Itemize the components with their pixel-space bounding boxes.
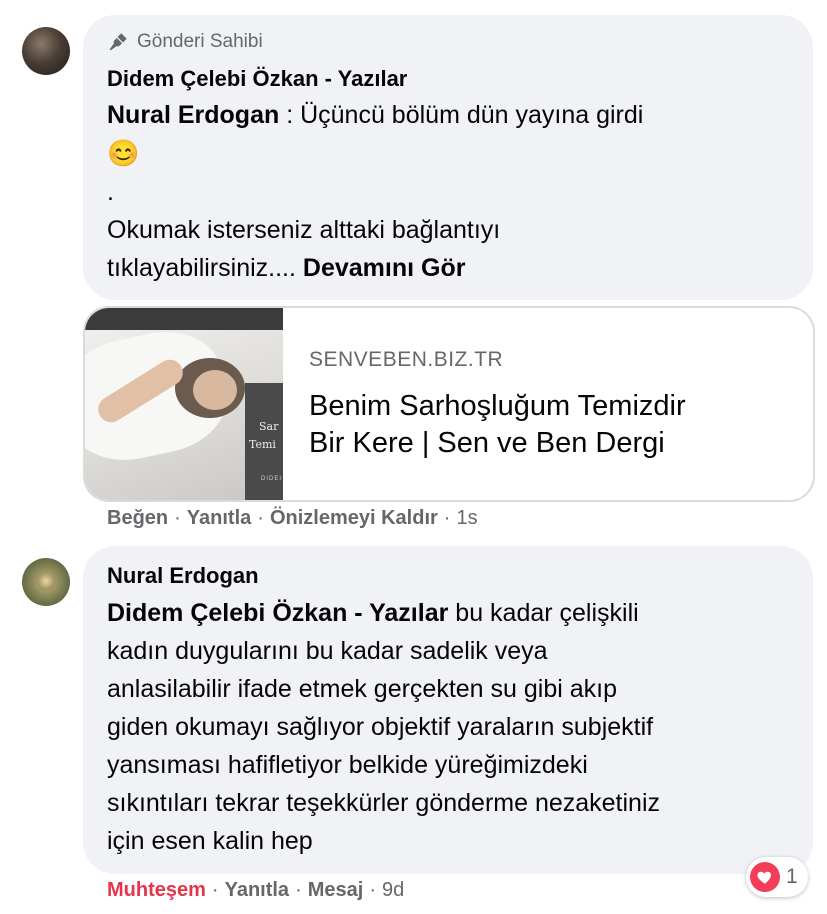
comment-timestamp[interactable]: 9d (382, 879, 404, 902)
mention-link[interactable]: Didem Çelebi Özkan - Yazılar (107, 599, 448, 627)
reaction-button[interactable]: Muhteşem (107, 879, 206, 902)
comment-text: bu kadar çelişkili (448, 599, 639, 627)
smile-emoji: 😊 (107, 138, 140, 168)
comment-text-line: tıklayabilirsiniz.... (107, 254, 296, 282)
separator: · (174, 507, 181, 529)
comment-text-line: yansıması hafifletiyor belkide yüreğimiz… (107, 751, 588, 779)
comment-text-line: sıkıntıları tekrar teşekkürler gönderme … (107, 789, 661, 817)
message-button[interactable]: Mesaj (308, 879, 364, 902)
thumbnail-text: Sar (259, 420, 279, 433)
link-title: Benim Sarhoşluğum Temizdir Bir Kere | Se… (309, 388, 789, 462)
separator: · (443, 507, 451, 529)
comment-timestamp[interactable]: 1s (456, 507, 477, 530)
heart-icon (750, 862, 780, 892)
microphone-icon (107, 31, 129, 53)
separator: · (369, 879, 376, 901)
comment-author[interactable]: Nural Erdogan (107, 563, 259, 589)
reaction-count-badge[interactable]: 1 (746, 857, 808, 897)
comment-text-line: Okumak isterseniz alttaki bağlantıyı (107, 216, 501, 244)
comment-dot: . (107, 178, 114, 206)
comment-body: Didem Çelebi Özkan - Yazılar bu kadar çe… (107, 594, 807, 860)
reaction-count: 1 (786, 865, 798, 888)
separator: · (295, 879, 302, 901)
author-avatar[interactable] (22, 558, 70, 606)
comment-text-line: kadın duygularını bu kadar sadelik veya (107, 637, 548, 665)
remove-preview-button[interactable]: Önizlemeyi Kaldır (270, 507, 438, 530)
link-preview-card[interactable]: Sar Temi DIDEI SENVEBEN.BIZ.TR Benim Sar… (83, 306, 815, 502)
comment-text-line: giden okumayı sağlıyor objektif yaraları… (107, 713, 654, 741)
author-badge: Gönderi Sahibi (107, 31, 263, 53)
mention-link[interactable]: Nural Erdogan (107, 101, 279, 129)
separator: · (211, 879, 219, 901)
see-more-link[interactable]: Devamını Gör (303, 254, 466, 282)
link-title-line: Bir Kere | Sen ve Ben Dergi (309, 427, 665, 459)
comment-actions: Muhteşem · Yanıtla · Mesaj · 9d (107, 879, 404, 902)
comment-actions: Beğen · Yanıtla · Önizlemeyi Kaldır · 1s (107, 507, 478, 530)
link-title-line: Benim Sarhoşluğum Temizdir (309, 390, 686, 422)
badge-label: Gönderi Sahibi (137, 31, 263, 52)
reply-button[interactable]: Yanıtla (187, 507, 251, 530)
author-avatar[interactable] (22, 27, 70, 75)
comment-text: : Üçüncü bölüm dün yayına girdi (279, 101, 644, 129)
comment-body: Nural Erdogan : Üçüncü bölüm dün yayına … (107, 96, 797, 287)
comment-text-line: için esen kalin hep (107, 827, 313, 855)
link-thumbnail: Sar Temi DIDEI (85, 308, 283, 500)
reply-button[interactable]: Yanıtla (225, 879, 289, 902)
comment-text-line: anlasilabilir ifade etmek gerçekten su g… (107, 675, 617, 703)
comment-author[interactable]: Didem Çelebi Özkan - Yazılar (107, 66, 407, 92)
link-domain: SENVEBEN.BIZ.TR (309, 348, 504, 371)
like-button[interactable]: Beğen (107, 507, 168, 530)
separator: · (257, 507, 264, 529)
thumbnail-text: Temi (249, 438, 276, 451)
thumbnail-text: DIDEI (261, 476, 283, 482)
